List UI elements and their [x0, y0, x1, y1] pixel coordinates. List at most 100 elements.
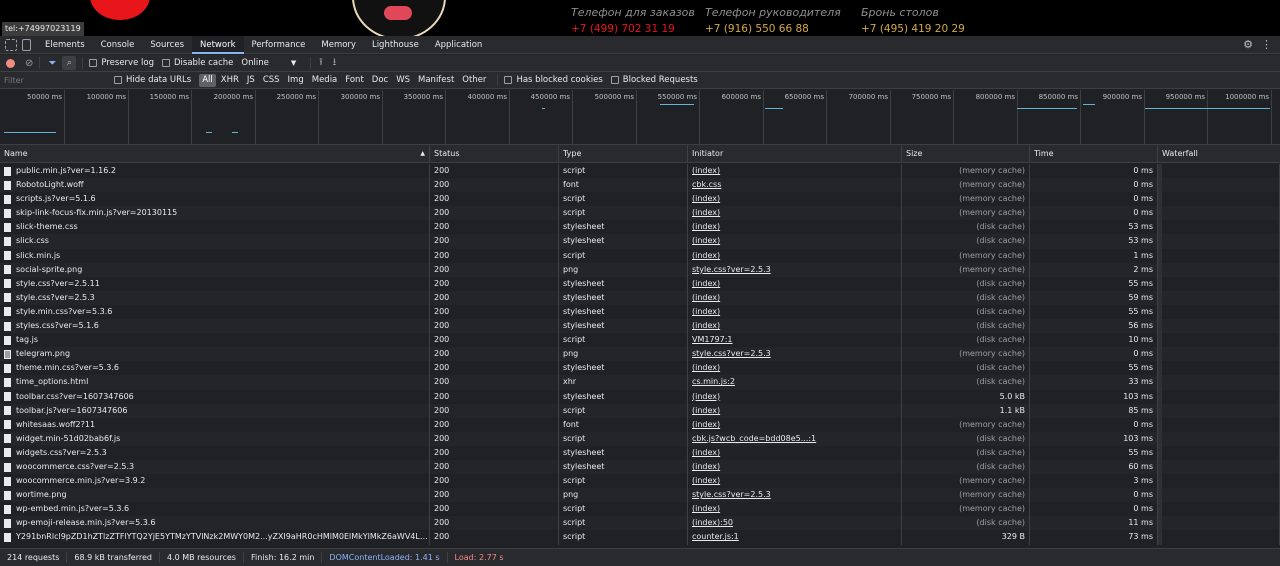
column-header-time[interactable]: Time: [1030, 145, 1158, 163]
table-row[interactable]: wp-emoji-release.min.js?ver=5.3.6 200 scri…: [0, 516, 1280, 531]
checkbox-icon[interactable]: [89, 59, 98, 67]
table-row[interactable]: style.css?ver=2.5.3 200 stylesheet (index)(…: [0, 290, 1280, 305]
request-initiator-link[interactable]: (index): [688, 417, 902, 432]
table-row[interactable]: styles.css?ver=5.1.6 200 stylesheet (index)…: [0, 319, 1280, 334]
column-header-initiator[interactable]: Initiator: [688, 145, 902, 163]
request-initiator-link[interactable]: (index): [688, 502, 902, 517]
checkbox-icon[interactable]: [114, 76, 122, 84]
table-row[interactable]: widgets.css?ver=2.5.3 200 stylesheet (index…: [0, 445, 1280, 460]
column-header-type[interactable]: Type: [559, 145, 688, 163]
table-row[interactable]: slick.css 200 stylesheet (index) (disk cache…: [0, 234, 1280, 249]
request-initiator-link[interactable]: cbk.js?wcb_code=bdd08e5...:1: [688, 431, 902, 446]
inspect-element-icon[interactable]: [5, 38, 17, 51]
phone-number-link[interactable]: +7 (495) 419 20 29: [861, 23, 965, 35]
table-row[interactable]: woocommerce.css?ver=2.5.3 200 stylesheet (i…: [0, 459, 1280, 475]
table-row[interactable]: style.css?ver=2.5.11 200 stylesheet (index)…: [0, 276, 1280, 291]
checkbox-icon[interactable]: [504, 76, 513, 84]
request-initiator-link[interactable]: style.css?ver=2.5.3: [688, 347, 902, 362]
import-har-icon[interactable]: ⭱: [319, 55, 323, 72]
request-initiator-link[interactable]: (index): [688, 403, 902, 418]
request-initiator-link[interactable]: counter.js:1: [688, 530, 902, 545]
column-header-waterfall[interactable]: Waterfall: [1158, 145, 1280, 163]
search-icon[interactable]: ⌕: [62, 56, 77, 70]
table-row[interactable]: widget.min-51d02bab6f.js 200 script cbk.js?…: [0, 431, 1280, 446]
request-initiator-link[interactable]: cs.min.js:2: [688, 375, 902, 390]
column-header-status[interactable]: Status: [430, 145, 559, 163]
request-initiator-link[interactable]: cbk.css: [688, 178, 902, 193]
table-row[interactable]: theme.min.css?ver=5.3.6 200 stylesheet (ind…: [0, 361, 1280, 376]
device-toolbar-icon[interactable]: [22, 38, 31, 51]
request-initiator-link[interactable]: (index): [688, 248, 902, 263]
request-initiator-link[interactable]: style.css?ver=2.5.3: [688, 262, 902, 277]
tab-network[interactable]: Network: [192, 35, 244, 54]
phone-number-link[interactable]: +7 (499) 702 31 19: [571, 23, 695, 35]
request-initiator-link[interactable]: (index): [688, 304, 902, 320]
table-row[interactable]: style.min.css?ver=5.3.6 200 stylesheet (ind…: [0, 304, 1280, 320]
record-icon[interactable]: [6, 58, 15, 68]
hide-data-urls-checkbox[interactable]: Hide data URLs: [114, 75, 191, 85]
request-initiator-link[interactable]: VM1797:1: [688, 333, 902, 348]
request-initiator-link[interactable]: (index): [688, 361, 902, 376]
filter-type-media[interactable]: Media: [309, 74, 341, 87]
checkbox-icon[interactable]: [161, 59, 170, 67]
table-row[interactable]: tag.js 200 script VM1797:1 (disk cache) 10 ms: [0, 333, 1280, 348]
request-initiator-link[interactable]: (index): [688, 474, 902, 489]
filter-type-other[interactable]: Other: [459, 74, 489, 87]
table-row[interactable]: Y291bnRlcl9pZD1hZTlzZTFlYTQ2YjE5YTMzYTVl…: [0, 530, 1280, 545]
request-initiator-link[interactable]: (index):50: [688, 516, 902, 531]
clear-icon[interactable]: ⊘: [25, 58, 33, 69]
request-initiator-link[interactable]: (index): [688, 290, 902, 305]
column-header-name[interactable]: Name ▲: [0, 145, 430, 163]
tab-application[interactable]: Application: [427, 36, 491, 54]
filter-type-font[interactable]: Font: [342, 74, 367, 87]
site-logo-left[interactable]: [90, 0, 150, 20]
filter-type-xhr[interactable]: XHR: [218, 74, 242, 87]
table-row[interactable]: slick-theme.css 200 stylesheet (index) (disk…: [0, 220, 1280, 235]
phone-number-link[interactable]: +7 (916) 550 66 88: [705, 23, 841, 35]
request-initiator-link[interactable]: (index): [688, 220, 902, 235]
preserve-log-checkbox[interactable]: Preserve log: [89, 58, 154, 68]
column-header-size[interactable]: Size: [902, 145, 1030, 163]
request-initiator-link[interactable]: (index): [688, 459, 902, 475]
export-har-icon[interactable]: ⭳: [333, 55, 337, 72]
tab-sources[interactable]: Sources: [142, 36, 192, 54]
settings-gear-icon[interactable]: ⚙: [1243, 38, 1253, 51]
request-initiator-link[interactable]: (index): [688, 192, 902, 207]
table-row[interactable]: telegram.png 200 png style.css?ver=2.5.3 (me…: [0, 347, 1280, 362]
table-row[interactable]: time_options.html 200 xhr cs.min.js:2 (disk …: [0, 375, 1280, 390]
filter-type-css[interactable]: CSS: [260, 74, 283, 87]
table-row[interactable]: woocommerce.min.js?ver=3.9.2 200 script (in…: [0, 474, 1280, 489]
request-initiator-link[interactable]: style.css?ver=2.5.3: [688, 488, 902, 503]
filter-input[interactable]: [4, 73, 114, 87]
request-initiator-link[interactable]: (index): [688, 206, 902, 221]
table-row[interactable]: RobotoLight.woff 200 font cbk.css (memory ca…: [0, 178, 1280, 193]
table-row[interactable]: scripts.js?ver=5.1.6 200 script (index) (mem…: [0, 192, 1280, 207]
table-row[interactable]: toolbar.js?ver=1607347606 200 script (index…: [0, 403, 1280, 418]
table-row[interactable]: wp-embed.min.js?ver=5.3.6 200 script (index…: [0, 502, 1280, 517]
request-initiator-link[interactable]: (index): [688, 164, 902, 179]
blocked-requests-checkbox[interactable]: Blocked Requests: [610, 75, 698, 85]
request-initiator-link[interactable]: (index): [688, 389, 902, 404]
request-initiator-link[interactable]: (index): [688, 234, 902, 249]
filter-type-js[interactable]: JS: [244, 74, 258, 87]
disable-cache-checkbox[interactable]: Disable cache: [161, 58, 233, 68]
request-initiator-link[interactable]: (index): [688, 319, 902, 334]
site-logo-center[interactable]: [352, 0, 446, 36]
tab-elements[interactable]: Elements: [37, 36, 93, 54]
request-initiator-link[interactable]: (index): [688, 445, 902, 460]
tab-console[interactable]: Console: [93, 36, 143, 54]
throttling-select[interactable]: Online ▼: [241, 58, 296, 68]
checkbox-icon[interactable]: [610, 76, 619, 84]
filter-type-manifest[interactable]: Manifest: [415, 74, 457, 87]
table-row[interactable]: wortime.png 200 png style.css?ver=2.5.3 (mem…: [0, 488, 1280, 503]
more-options-icon[interactable]: ⋮: [1261, 38, 1272, 51]
network-overview-timeline[interactable]: 50000 ms 100000 ms 150000 ms 200000 ms 25000…: [0, 90, 1280, 145]
table-row[interactable]: public.min.js?ver=1.16.2 200 script (index)…: [0, 164, 1280, 179]
table-row[interactable]: skip-link-focus-fix.min.js?ver=20130115 2…: [0, 206, 1280, 221]
filter-funnel-icon[interactable]: ⏷: [48, 58, 56, 69]
filter-type-ws[interactable]: WS: [393, 74, 413, 87]
tab-performance[interactable]: Performance: [244, 36, 314, 54]
request-initiator-link[interactable]: (index): [688, 276, 902, 291]
table-row[interactable]: slick.min.js 200 script (index) (memory cach…: [0, 248, 1280, 263]
tab-lighthouse[interactable]: Lighthouse: [364, 36, 427, 54]
